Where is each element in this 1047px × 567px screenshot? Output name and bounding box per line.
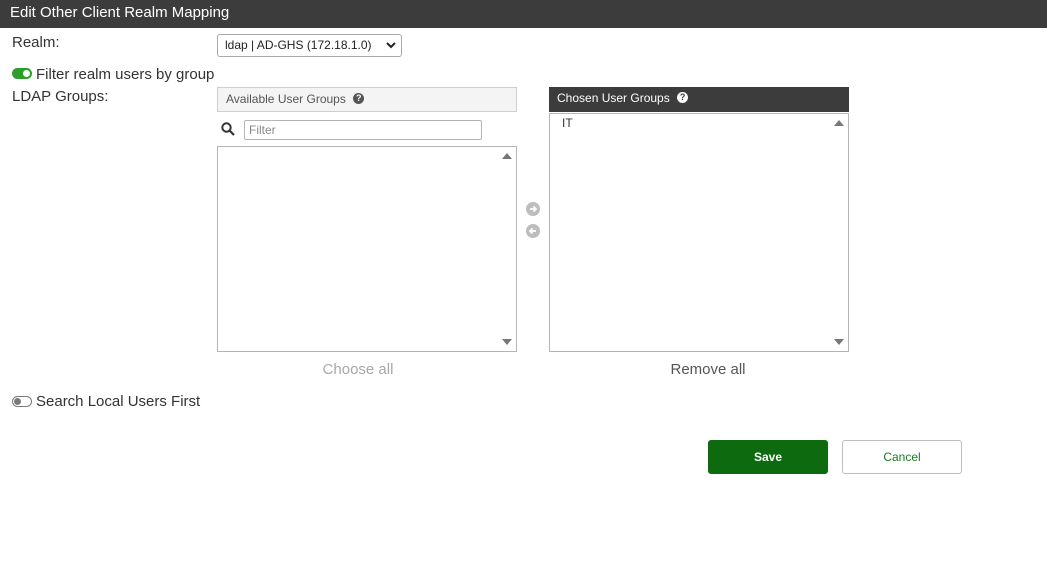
move-left-icon[interactable]: [526, 224, 540, 238]
ldap-groups-label: LDAP Groups:: [12, 88, 109, 105]
realm-select-value: ldap | AD-GHS (172.18.1.0): [225, 38, 372, 52]
realm-label: Realm:: [12, 34, 60, 51]
scroll-up-icon[interactable]: [834, 120, 844, 126]
chosen-groups-list[interactable]: IT: [549, 113, 849, 352]
list-item[interactable]: IT: [562, 116, 573, 130]
remove-all-link[interactable]: Remove all: [558, 361, 858, 378]
save-button[interactable]: Save: [708, 440, 828, 474]
chosen-groups-title: Chosen User Groups: [557, 91, 670, 105]
dialog-title: Edit Other Client Realm Mapping: [0, 0, 1047, 28]
search-local-users-label: Search Local Users First: [36, 393, 201, 410]
filter-by-group-toggle[interactable]: [12, 68, 32, 79]
scroll-up-icon[interactable]: [502, 153, 512, 159]
cancel-button[interactable]: Cancel: [842, 440, 962, 474]
chosen-groups-header: Chosen User Groups ?: [549, 87, 849, 112]
filter-by-group-label: Filter realm users by group: [36, 66, 215, 83]
search-local-users-toggle[interactable]: [12, 396, 32, 407]
realm-select[interactable]: ldap | AD-GHS (172.18.1.0): [217, 34, 402, 57]
help-icon[interactable]: ?: [677, 92, 689, 104]
chevron-down-icon: [386, 35, 396, 63]
move-right-icon[interactable]: [526, 202, 540, 216]
available-groups-list[interactable]: [217, 146, 517, 352]
available-groups-header: Available User Groups ?: [217, 87, 517, 112]
available-groups-title: Available User Groups: [226, 92, 346, 106]
scroll-down-icon[interactable]: [834, 339, 844, 345]
search-icon: [221, 122, 235, 141]
help-icon[interactable]: ?: [353, 93, 365, 105]
scroll-down-icon[interactable]: [502, 339, 512, 345]
choose-all-link[interactable]: Choose all: [208, 361, 508, 378]
available-filter-input[interactable]: [244, 120, 482, 140]
toggle-knob: [23, 70, 30, 77]
toggle-knob: [14, 397, 21, 405]
